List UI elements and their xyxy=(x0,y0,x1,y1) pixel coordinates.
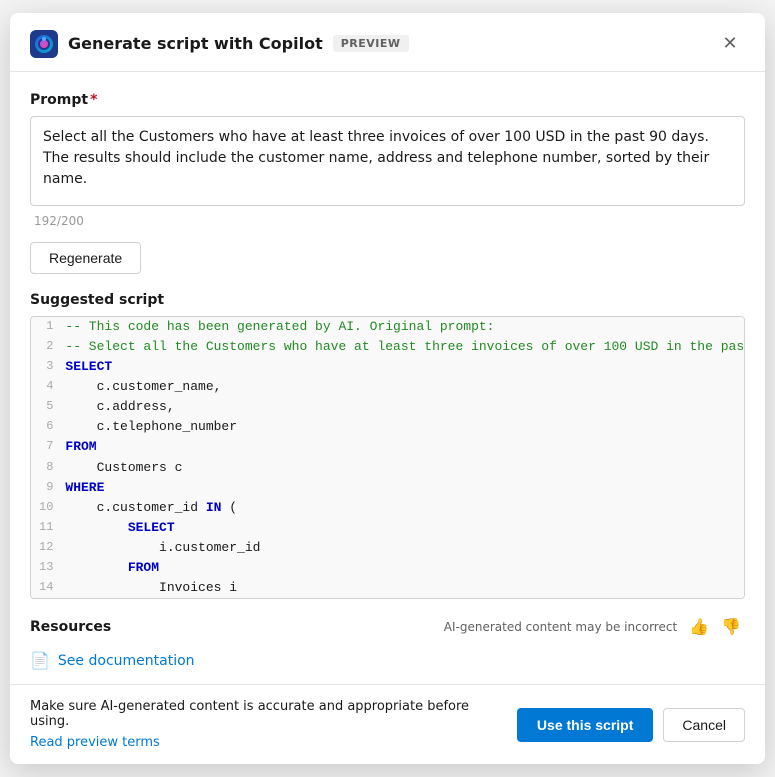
header-left: Generate script with Copilot PREVIEW xyxy=(30,30,409,58)
table-row: 13 FROM xyxy=(31,558,745,578)
feedback-buttons: 👍 👎 xyxy=(685,615,745,639)
table-row: 1-- This code has been generated by AI. … xyxy=(31,317,745,337)
code-line: FROM xyxy=(65,558,745,578)
code-line: c.customer_id IN ( xyxy=(65,498,745,518)
regenerate-button[interactable]: Regenerate xyxy=(30,242,141,274)
resources-section: Resources AI-generated content may be in… xyxy=(10,599,765,684)
table-row: 8 Customers c xyxy=(31,458,745,478)
table-row: 3SELECT xyxy=(31,357,745,377)
line-number: 4 xyxy=(31,377,65,397)
resources-title: Resources xyxy=(30,619,111,635)
resources-header: Resources AI-generated content may be in… xyxy=(30,615,745,639)
code-line: i.customer_id xyxy=(65,538,745,558)
copilot-icon xyxy=(30,30,58,58)
code-line: FROM xyxy=(65,437,745,457)
prompt-section: Prompt* 192/200 xyxy=(30,92,745,228)
code-line: c.telephone_number xyxy=(65,417,745,437)
code-line: Invoices i xyxy=(65,578,745,598)
ai-notice: AI-generated content may be incorrect 👍 … xyxy=(444,615,745,639)
preview-terms-link[interactable]: Read preview terms xyxy=(30,735,160,750)
table-row: 6 c.telephone_number xyxy=(31,417,745,437)
use-script-button[interactable]: Use this script xyxy=(517,708,653,742)
line-number: 14 xyxy=(31,578,65,598)
generate-script-dialog: Generate script with Copilot PREVIEW ✕ P… xyxy=(10,13,765,765)
thumbs-up-button[interactable]: 👍 xyxy=(685,615,713,639)
code-line: c.customer_name, xyxy=(65,377,745,397)
code-line: WHERE xyxy=(65,478,745,498)
line-number: 13 xyxy=(31,558,65,578)
table-row: 2-- Select all the Customers who have at… xyxy=(31,337,745,357)
line-number: 8 xyxy=(31,458,65,478)
line-number: 12 xyxy=(31,538,65,558)
table-row: 4 c.customer_name, xyxy=(31,377,745,397)
document-icon: 📄 xyxy=(30,651,50,670)
line-number: 1 xyxy=(31,317,65,337)
char-count: 192/200 xyxy=(30,210,745,228)
line-number: 2 xyxy=(31,337,65,357)
table-row: 14 Invoices i xyxy=(31,578,745,598)
line-number: 10 xyxy=(31,498,65,518)
table-row: 10 c.customer_id IN ( xyxy=(31,498,745,518)
code-line: -- Select all the Customers who have at … xyxy=(65,337,745,357)
dialog-header: Generate script with Copilot PREVIEW ✕ xyxy=(10,13,765,72)
line-number: 5 xyxy=(31,397,65,417)
line-number: 6 xyxy=(31,417,65,437)
thumbs-down-button[interactable]: 👎 xyxy=(717,615,745,639)
footer-main: Make sure AI-generated content is accura… xyxy=(30,699,745,750)
code-line: -- This code has been generated by AI. O… xyxy=(65,317,745,337)
line-number: 11 xyxy=(31,518,65,538)
prompt-textarea[interactable] xyxy=(30,116,745,206)
code-line: SELECT xyxy=(65,357,745,377)
code-block: 1-- This code has been generated by AI. … xyxy=(30,316,745,600)
footer-text-area: Make sure AI-generated content is accura… xyxy=(30,699,497,750)
table-row: 9WHERE xyxy=(31,478,745,498)
code-line: Customers c xyxy=(65,458,745,478)
table-row: 11 SELECT xyxy=(31,518,745,538)
line-number: 7 xyxy=(31,437,65,457)
close-button[interactable]: ✕ xyxy=(715,29,745,59)
footer-info: Make sure AI-generated content is accura… xyxy=(30,699,497,729)
table-row: 5 c.address, xyxy=(31,397,745,417)
prompt-label: Prompt* xyxy=(30,92,745,108)
cancel-button[interactable]: Cancel xyxy=(663,708,745,742)
table-row: 12 i.customer_id xyxy=(31,538,745,558)
suggested-script-label: Suggested script xyxy=(30,292,745,308)
documentation-link[interactable]: 📄 See documentation xyxy=(30,651,745,670)
code-line: SELECT xyxy=(65,518,745,538)
preview-badge: PREVIEW xyxy=(333,35,409,52)
table-row: 7FROM xyxy=(31,437,745,457)
line-number: 9 xyxy=(31,478,65,498)
dialog-body: Prompt* 192/200 Regenerate Suggested scr… xyxy=(10,72,765,600)
code-table: 1-- This code has been generated by AI. … xyxy=(31,317,745,599)
line-number: 3 xyxy=(31,357,65,377)
code-line: c.address, xyxy=(65,397,745,417)
dialog-title: Generate script with Copilot xyxy=(68,34,323,53)
required-indicator: * xyxy=(90,92,97,108)
footer-actions: Use this script Cancel xyxy=(517,708,745,742)
dialog-footer: Make sure AI-generated content is accura… xyxy=(10,684,765,764)
